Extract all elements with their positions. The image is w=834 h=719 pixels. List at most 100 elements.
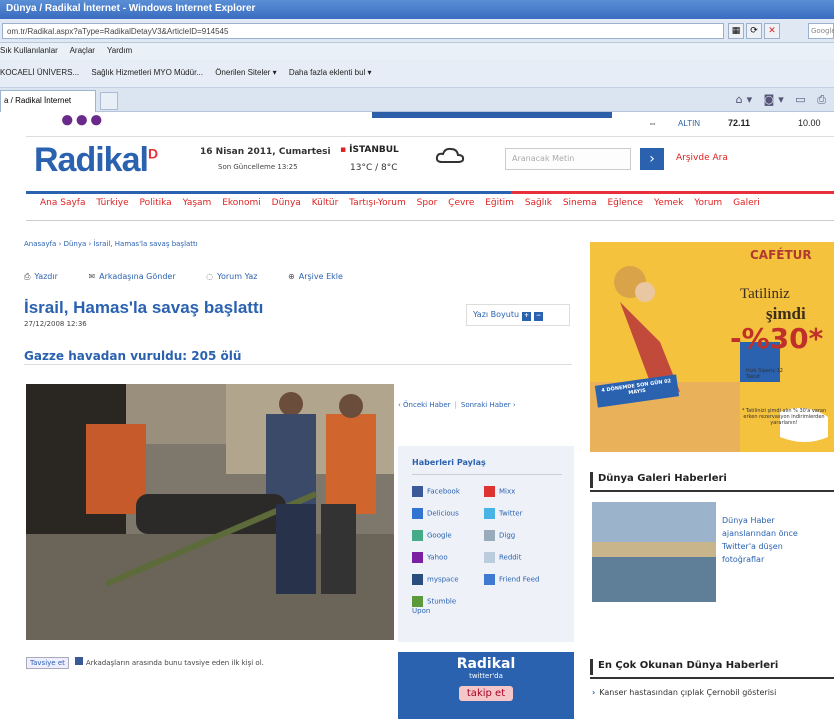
next-article-link[interactable]: Sonraki Haber › xyxy=(461,401,516,409)
chevron-right-icon: › xyxy=(592,688,596,697)
menu-item[interactable]: Yardım xyxy=(107,46,132,55)
twitter-follow-ad[interactable]: Radikal twitter'da takip et xyxy=(398,652,574,719)
gallery-heading: Dünya Galeri Haberleri xyxy=(590,468,834,492)
nav-item[interactable]: Eğitim xyxy=(485,198,514,208)
site-search-input[interactable]: Aranacak Metin xyxy=(505,148,631,170)
ad-footer: * Tatilinizi şimdi alın % 30'a varan erk… xyxy=(741,408,827,426)
share-yahoo[interactable]: Yahoo xyxy=(412,552,448,563)
nav-item[interactable]: Dünya xyxy=(272,198,301,208)
breadcrumb[interactable]: Anasayfa › Dünya › İsrail, Hamas'la sava… xyxy=(24,240,198,248)
stop-icon[interactable]: ✕ xyxy=(764,23,780,39)
font-increase-button[interactable]: + xyxy=(522,312,532,321)
favorites-bar: KOCAELİ ÜNİVERS... Sağlık Hizmetleri MYO… xyxy=(0,60,834,88)
nav-item[interactable]: Tartışı-Yorum xyxy=(349,198,406,208)
most-read-item[interactable]: › Kanser hastasından çıplak Çernobil göst… xyxy=(592,688,834,697)
site-logo[interactable]: RadikalD xyxy=(34,141,158,180)
nav-item[interactable]: Sağlık xyxy=(525,198,552,208)
font-size-label: Yazı Boyutu xyxy=(473,310,520,319)
share-delicious[interactable]: Delicious xyxy=(412,508,459,519)
article-subtitle: Gazze havadan vuruldu: 205 ölü xyxy=(24,349,242,363)
header-date: 16 Nisan 2011, Cumartesi xyxy=(200,147,331,157)
article-photo xyxy=(26,384,394,640)
nav-item[interactable]: Ekonomi xyxy=(222,198,261,208)
cloud-icon xyxy=(435,147,465,163)
print-tool[interactable]: ⎙ Yazdır xyxy=(24,272,58,281)
reddit-icon xyxy=(484,552,495,563)
ad-line-2: şimdi xyxy=(766,304,806,323)
tool-label: Arşive Ekle xyxy=(298,272,343,281)
favorite-link[interactable]: KOCAELİ ÜNİVERS... xyxy=(0,68,79,77)
nav-item[interactable]: Politika xyxy=(139,198,171,208)
recommend-bar: Tavsiye et Arkadaşların arasında bunu tav… xyxy=(26,657,264,669)
menu-item[interactable]: Sık Kullanılanlar xyxy=(0,46,58,55)
mixx-icon xyxy=(484,486,495,497)
archive-search-link[interactable]: Arşivde Ara xyxy=(676,153,728,163)
gallery-image[interactable] xyxy=(592,502,716,602)
share-label: Google xyxy=(427,531,452,540)
share-google[interactable]: Google xyxy=(412,530,452,541)
nav-item[interactable]: Galeri xyxy=(733,198,760,208)
search-engine-box[interactable]: Google xyxy=(808,23,834,39)
promo-banner[interactable] xyxy=(372,112,612,118)
search-button[interactable]: › xyxy=(640,148,664,170)
envelope-icon: ✉ xyxy=(88,272,96,281)
city-name: İSTANBUL xyxy=(349,145,399,155)
nav-item[interactable]: Spor xyxy=(417,198,438,208)
nav-item[interactable]: Ana Sayfa xyxy=(40,198,85,208)
divider xyxy=(26,220,834,221)
new-tab-button[interactable] xyxy=(100,92,118,110)
follow-button[interactable]: takip et xyxy=(458,686,514,701)
separator: | xyxy=(454,401,457,409)
nav-item[interactable]: Yaşam xyxy=(183,198,212,208)
menu-item[interactable]: Araçlar xyxy=(70,46,95,55)
nav-item[interactable]: Yemek xyxy=(654,198,683,208)
share-myspace[interactable]: myspace xyxy=(412,574,459,585)
archive-tool[interactable]: ⊕ Arşive Ekle xyxy=(288,272,343,281)
arrows-icon[interactable]: ⇔ xyxy=(648,118,657,128)
compatibility-icon[interactable]: ▦ xyxy=(728,23,744,39)
favorite-link[interactable]: Önerilen Siteler ▾ xyxy=(215,68,276,77)
share-title: Haberleri Paylaş xyxy=(412,458,486,467)
refresh-icon[interactable]: ⟳ xyxy=(746,23,762,39)
share-mixx[interactable]: Mixx xyxy=(484,486,515,497)
command-bar-icons[interactable]: ⌂▾ ◙▾ ▭ ⎙ xyxy=(736,93,830,107)
divider xyxy=(24,364,572,365)
most-read-heading: En Çok Okunan Dünya Haberleri xyxy=(590,653,834,679)
stumbleupon-icon xyxy=(412,596,423,607)
photo-scene xyxy=(26,384,394,640)
previous-article-link[interactable]: ‹ Önceki Haber xyxy=(398,401,451,409)
share-panel: Haberleri Paylaş Facebook Mixx Delicious… xyxy=(398,446,574,642)
tool-label: Yorum Yaz xyxy=(217,272,258,281)
friendfeed-icon xyxy=(484,574,495,585)
market-value: 72.11 xyxy=(728,118,751,128)
url-field[interactable]: om.tr/Radikal.aspx?aType=RadikalDetayV3&… xyxy=(2,23,724,39)
favorite-link[interactable]: Daha fazla eklenti bul ▾ xyxy=(289,68,372,77)
recommend-button[interactable]: Tavsiye et xyxy=(26,657,69,669)
share-facebook[interactable]: Facebook xyxy=(412,486,460,497)
send-tool[interactable]: ✉ Arkadaşına Gönder xyxy=(88,272,175,281)
share-reddit[interactable]: Reddit xyxy=(484,552,521,563)
header-stripe xyxy=(26,191,834,194)
nav-item[interactable]: Türkiye xyxy=(96,198,128,208)
nav-item[interactable]: Kültür xyxy=(312,198,339,208)
weather-city[interactable]: ▪ İSTANBUL xyxy=(340,145,399,155)
browser-tab[interactable]: a / Radikal İnternet xyxy=(0,90,96,112)
nav-item[interactable]: Sinema xyxy=(563,198,597,208)
cafetur-advertisement[interactable]: CAFÉTUR Tatiliniz şimdi -%30* Hızlı Sipa… xyxy=(590,242,834,452)
nav-item[interactable]: Yorum xyxy=(694,198,722,208)
share-label: Reddit xyxy=(499,553,522,562)
google-icon xyxy=(412,530,423,541)
share-friendfeed[interactable]: Friend Feed xyxy=(484,574,539,585)
favorite-link[interactable]: Sağlık Hizmetleri MYO Müdür... xyxy=(91,68,203,77)
share-label: Friend Feed xyxy=(499,575,540,584)
site-header: RadikalD 16 Nisan 2011, Cumartesi Son Gü… xyxy=(0,137,834,191)
share-digg[interactable]: Digg xyxy=(484,530,515,541)
font-decrease-button[interactable]: − xyxy=(534,312,544,321)
nav-item[interactable]: Çevre xyxy=(448,198,474,208)
comment-tool[interactable]: ◌ Yorum Yaz xyxy=(206,272,257,281)
gallery-link[interactable]: Dünya Haber ajanslarından önce Twitter'a… xyxy=(722,514,802,566)
share-label: Twitter xyxy=(499,509,523,518)
share-stumbleupon[interactable]: Stumble Upon xyxy=(412,596,472,615)
nav-item[interactable]: Eğlence xyxy=(607,198,643,208)
share-twitter[interactable]: Twitter xyxy=(484,508,522,519)
